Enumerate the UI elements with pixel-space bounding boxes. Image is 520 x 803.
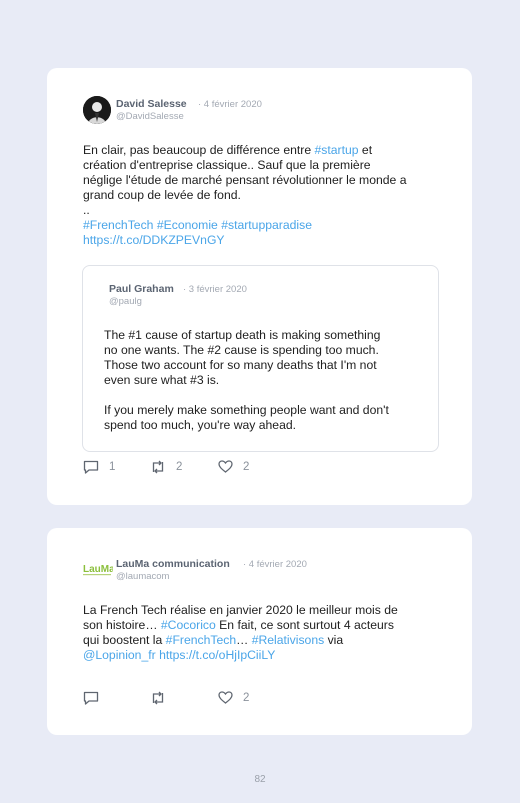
tweet-actions: 2 (83, 691, 283, 707)
lauma-logo-text: LauMa (83, 564, 113, 575)
text-line: grand coup de levée de fond. (83, 188, 406, 203)
retweet-button[interactable]: 2 (150, 460, 182, 474)
link[interactable]: https://t.co/DDKZPEVnGY (83, 233, 225, 247)
text-line: even sure what #3 is. (104, 373, 220, 387)
text-segment: La French Tech réalise en janvier 2020 l… (83, 603, 398, 617)
tweet-actions: 1 2 2 (83, 460, 283, 476)
quoted-tweet-text: The #1 cause of startup death is making … (104, 328, 389, 433)
tweet-date[interactable]: · 4 février 2020 (243, 559, 307, 570)
text-segment: En fait, ce sont surtout 4 acteurs (215, 618, 394, 632)
text-line: néglige l'étude de marché pensant révolu… (83, 173, 406, 188)
quoted-author-handle[interactable]: @paulg (109, 296, 142, 307)
text-segment: … (236, 633, 252, 647)
text-segment: En clair, pas beaucoup de différence ent… (83, 143, 315, 157)
text-line: La French Tech réalise en janvier 2020 l… (83, 603, 398, 618)
link[interactable]: #startup (315, 143, 359, 157)
like-button[interactable]: 2 (218, 691, 249, 704)
tweet-card: David Salesse · 4 février 2020 @DavidSal… (47, 68, 472, 505)
text-line: création d'entreprise classique.. Sauf q… (83, 158, 406, 173)
reply-icon (83, 460, 99, 474)
heart-icon (218, 460, 233, 473)
author-handle[interactable]: @DavidSalesse (116, 111, 184, 122)
like-count: 2 (243, 460, 250, 473)
text-segment: grand coup de levée de fond. (83, 188, 241, 202)
link[interactable]: #Cocorico (161, 618, 216, 632)
text-line: #FrenchTech #Economie #startupparadise (83, 218, 406, 233)
retweet-icon (152, 691, 164, 705)
text-line: qui boostent la #FrenchTech… #Relativiso… (83, 633, 398, 648)
author-name[interactable]: David Salesse (116, 98, 187, 110)
text-line: En clair, pas beaucoup de différence ent… (83, 143, 406, 158)
text-segment: via (324, 633, 344, 647)
retweet-button[interactable] (150, 691, 166, 705)
text-segment: son histoire… (83, 618, 161, 632)
author-handle[interactable]: @laumacom (116, 571, 169, 582)
text-line: Those two account for so many deaths tha… (104, 358, 377, 372)
like-count: 2 (243, 691, 250, 704)
reply-button[interactable] (83, 691, 99, 705)
author-name[interactable]: LauMa communication (116, 558, 230, 570)
text-line (104, 388, 389, 403)
text-line: spend too much, you're way ahead. (104, 418, 297, 432)
reply-button[interactable]: 1 (83, 460, 115, 474)
text-line: The #1 cause of startup death is making … (104, 328, 381, 342)
tweet-text: La French Tech réalise en janvier 2020 l… (83, 603, 398, 663)
text-line: no one wants. The #2 cause is spending t… (104, 343, 379, 357)
text-segment: néglige l'étude de marché pensant révolu… (83, 173, 407, 187)
retweet-icon (152, 460, 164, 474)
tweet-date[interactable]: · 4 février 2020 (198, 99, 262, 110)
text-segment: et (358, 143, 373, 157)
reply-icon (83, 691, 99, 705)
tweet-text: En clair, pas beaucoup de différence ent… (83, 143, 406, 248)
text-line: If you merely make something people want… (104, 403, 389, 417)
text-segment: création d'entreprise classique.. Sauf q… (83, 158, 371, 172)
text-line: @Lopinion_fr https://t.co/oHjIpCiiLY (83, 648, 398, 663)
avatar[interactable] (83, 96, 111, 124)
heart-icon (218, 691, 233, 704)
text-line: https://t.co/DDKZPEVnGY (83, 233, 406, 248)
like-button[interactable]: 2 (218, 460, 249, 473)
lauma-logo[interactable]: LauMa (83, 557, 113, 581)
retweet-count: 2 (176, 461, 183, 473)
text-line: .. (83, 203, 406, 218)
link[interactable]: #Relativisons (252, 633, 324, 647)
tweet-card: LauMa LauMa communication · 4 février 20… (47, 528, 472, 735)
text-segment: qui boostent la (83, 633, 166, 647)
link[interactable]: #FrenchTech #Economie #startupparadise (83, 218, 312, 232)
quoted-tweet[interactable]: Paul Graham · 3 février 2020 @paulg The … (82, 265, 439, 452)
quoted-author-name[interactable]: Paul Graham (109, 283, 174, 295)
page-number: 82 (254, 774, 266, 785)
reply-count: 1 (109, 461, 116, 473)
text-line: son histoire… #Cocorico En fait, ce sont… (83, 618, 398, 633)
link[interactable]: #FrenchTech (166, 633, 236, 647)
text-segment: .. (83, 203, 90, 217)
link[interactable]: @Lopinion_fr https://t.co/oHjIpCiiLY (83, 648, 275, 662)
quoted-tweet-date[interactable]: · 3 février 2020 (183, 284, 247, 295)
